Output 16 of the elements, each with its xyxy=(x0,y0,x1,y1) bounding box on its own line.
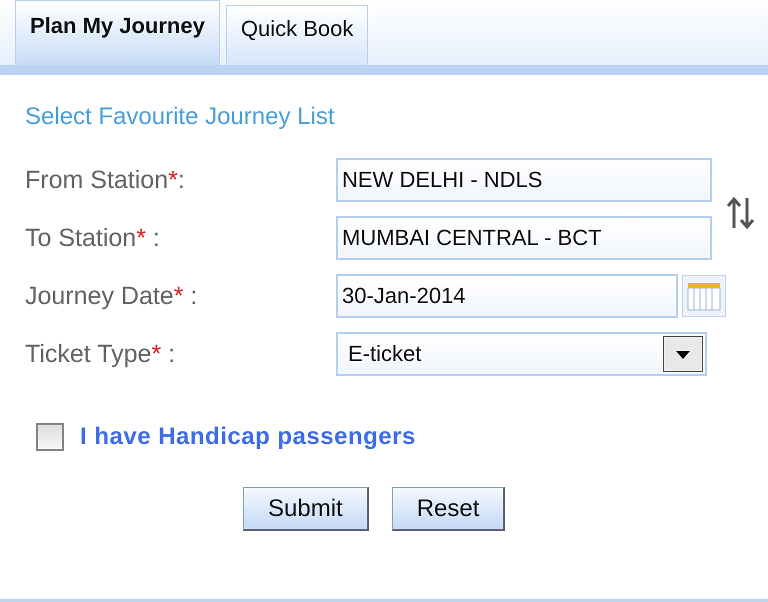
reset-button[interactable]: Reset xyxy=(392,487,506,531)
field-label: To Station* : xyxy=(25,224,161,252)
field-label: Ticket Type* : xyxy=(25,340,176,368)
field-label: Journey Date* : xyxy=(25,282,198,310)
checkbox[interactable] xyxy=(36,423,64,451)
ticket-type-dropdown[interactable]: E-ticket xyxy=(336,332,707,376)
station-field[interactable]: MUMBAI CENTRAL - BCT xyxy=(336,216,712,260)
tab[interactable]: Plan My Journey xyxy=(15,0,220,65)
submit-button[interactable]: Submit xyxy=(243,487,369,531)
tab[interactable]: Quick Book xyxy=(226,5,368,65)
checkbox-label[interactable]: I have Handicap passengers xyxy=(80,423,416,451)
station-field[interactable]: NEW DELHI - NDLS xyxy=(336,158,712,202)
calendar-icon[interactable] xyxy=(682,275,726,317)
field-label: From Station*: xyxy=(25,166,186,194)
swap-icon[interactable] xyxy=(726,196,756,230)
date-field[interactable]: 30-Jan-2014 xyxy=(336,274,678,318)
